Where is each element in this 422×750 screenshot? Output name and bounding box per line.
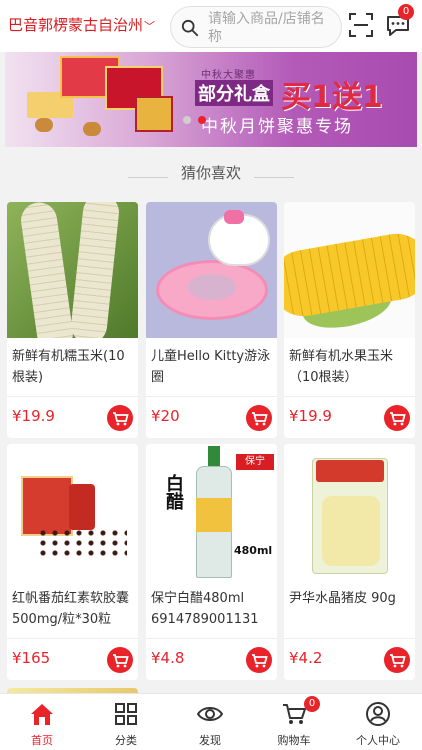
product-image [7,444,138,580]
add-to-cart-button[interactable] [246,647,272,673]
product-image: 白醋 保宁 480ml [146,444,277,580]
chevron-down-icon: ﹀ [144,20,156,33]
cart-icon [390,412,406,426]
product-image [146,202,277,338]
carousel-dot[interactable] [183,116,191,124]
cart-icon [252,654,268,668]
tab-label: 分类 [115,734,137,747]
search-placeholder: 请输入商品/店铺名称 [208,11,325,45]
product-image [284,202,415,338]
search-icon [181,19,199,37]
cart-icon [390,654,406,668]
product-name: 儿童Hello Kitty游泳圈 [151,349,271,385]
eye-icon [197,707,223,721]
product-price: ¥19.9 [12,407,55,425]
bottom-tab-bar: 首页 分类 发现 购物车 个人中心 [0,693,422,750]
product-price: ¥20 [151,407,180,425]
top-bar: 巴音郭楞蒙古自治州﹀ 请输入商品/店铺名称 0 [0,0,422,52]
banner-small-text: 中秋大聚惠 [201,70,256,81]
cart-icon [252,412,268,426]
user-icon [366,702,390,726]
location-selector[interactable]: 巴音郭楞蒙古自治州﹀ [8,14,155,35]
tab-label: 首页 [31,734,53,747]
add-to-cart-button[interactable] [384,647,410,673]
mooncake-image [83,122,101,136]
home-icon [31,704,53,725]
image-volume-text: 480ml [234,544,273,557]
product-price: ¥165 [12,649,51,667]
product-price: ¥4.2 [289,649,323,667]
product-name: 新鲜有机糯玉米(10根装) [12,349,125,385]
cart-badge: 0 [304,696,320,712]
banner-line-text: 中秋月饼聚惠专场 [201,117,353,137]
card-divider [7,396,138,397]
carousel-dot-active[interactable] [198,116,206,124]
tab-label: 发现 [199,734,221,747]
image-label-text: 白醋 [163,474,184,510]
product-name: 尹华水晶猪皮 90g [289,591,396,606]
promo-banner[interactable]: 中秋大聚惠 部分礼盒 买1送1 中秋月饼聚惠专场 [5,52,417,147]
card-divider [146,638,277,639]
product-name: 新鲜有机水果玉米（10根装） [289,349,394,385]
banner-mid-text: 部分礼盒 [195,80,273,106]
product-card[interactable]: 白醋 保宁 480ml 保宁白醋480ml 6914789001131 ¥4.8 [146,444,277,680]
product-name: 红帆番茄红素软胶囊 500mg/粒*30粒 [12,591,130,627]
add-to-cart-button[interactable] [384,405,410,431]
tab-discover[interactable]: 发现 [168,694,252,750]
tab-profile[interactable]: 个人中心 [336,694,420,750]
product-image [284,444,415,580]
banner-big-text: 买1送1 [281,80,383,115]
tab-home[interactable]: 首页 [0,694,84,750]
cart-icon [113,412,129,426]
product-card[interactable]: 红帆番茄红素软胶囊 500mg/粒*30粒 ¥165 [7,444,138,680]
tab-label: 个人中心 [356,734,400,747]
product-card[interactable]: 儿童Hello Kitty游泳圈 ¥20 [146,202,277,438]
message-badge: 0 [398,4,414,20]
tab-category[interactable]: 分类 [84,694,168,750]
location-label: 巴音郭楞蒙古自治州 [8,16,144,34]
grid-icon [115,703,137,725]
mooncake-image [35,118,53,132]
card-divider [284,396,415,397]
product-name: 保宁白醋480ml 6914789001131 [151,591,259,627]
card-divider [284,638,415,639]
product-price: ¥19.9 [289,407,332,425]
add-to-cart-button[interactable] [107,405,133,431]
card-divider [146,396,277,397]
section-title: 猜你喜欢 [180,164,241,182]
card-divider [7,638,138,639]
cart-icon [113,654,129,668]
gift-box-image [135,96,173,132]
product-card[interactable]: 新鲜有机水果玉米（10根装） ¥19.9 [284,202,415,438]
add-to-cart-button[interactable] [246,405,272,431]
product-image [7,202,138,338]
tab-cart[interactable]: 购物车 [252,694,336,750]
image-brand-text: 保宁 [236,454,274,470]
divider [254,177,294,178]
add-to-cart-button[interactable] [107,647,133,673]
product-price: ¥4.8 [151,649,185,667]
scan-icon[interactable] [348,12,374,38]
tab-label: 购物车 [277,734,311,747]
search-input[interactable]: 请输入商品/店铺名称 [170,6,342,48]
product-card[interactable]: 尹华水晶猪皮 90g ¥4.2 [284,444,415,680]
product-card[interactable]: 新鲜有机糯玉米(10根装) ¥19.9 [7,202,138,438]
